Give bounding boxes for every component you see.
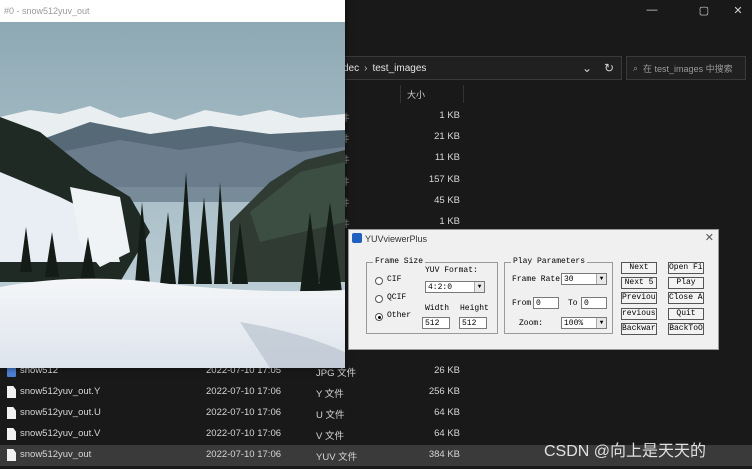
- frame-size-group: Frame Size CIF QCIF Other YUV Format: 4:…: [366, 257, 498, 334]
- play-parameters-group: Play Parameters Frame Rate 30 ▼ From 0 T…: [504, 257, 613, 334]
- app-logo-icon: [352, 233, 362, 243]
- file-size: 64 KB: [434, 428, 460, 439]
- file-icon: [7, 428, 16, 440]
- file-size: 256 KB: [428, 386, 460, 397]
- file-size: 11 KB: [434, 152, 460, 163]
- backward-button[interactable]: Backward: [621, 323, 657, 335]
- minimize-button[interactable]: —: [632, 0, 672, 20]
- breadcrumb-separator-icon: ›: [364, 62, 368, 74]
- frame-size-legend: Frame Size: [373, 257, 426, 266]
- height-field[interactable]: 512: [459, 317, 487, 329]
- file-name: snow512yuv_out.V: [20, 428, 101, 439]
- frame-rate-label: Frame Rate: [512, 275, 561, 284]
- file-size: 157 KB: [428, 174, 460, 185]
- file-icon: [7, 386, 16, 398]
- height-label: Height: [460, 304, 489, 313]
- close-icon[interactable]: ✕: [705, 231, 714, 244]
- refresh-icon[interactable]: ↻: [598, 56, 620, 80]
- zoom-select[interactable]: 100% ▼: [561, 317, 607, 329]
- file-size: 64 KB: [434, 407, 460, 418]
- file-date: 2022-07-10 17:06: [206, 407, 282, 418]
- zoom-label: Zoom:: [519, 319, 544, 328]
- radio-other[interactable]: [375, 313, 383, 321]
- to-field[interactable]: 0: [581, 297, 607, 309]
- file-type: Y 文件: [316, 389, 344, 400]
- viewer-title: #0 - snow512yuv_out: [0, 0, 345, 23]
- file-type: YUV 文件: [316, 452, 358, 463]
- dialog-titlebar[interactable]: YUVviewerPlus ✕: [349, 230, 718, 247]
- play-parameters-legend: Play Parameters: [511, 257, 588, 266]
- frame-rate-select[interactable]: 30 ▼: [561, 273, 607, 285]
- yuvviewerplus-dialog[interactable]: YUVviewerPlus ✕ Frame Size CIF QCIF Othe…: [348, 229, 719, 350]
- column-header-size[interactable]: 大小: [400, 85, 464, 103]
- file-icon: [7, 449, 16, 461]
- width-label: Width: [425, 304, 450, 313]
- file-size: 45 KB: [434, 195, 460, 206]
- to-label: To: [568, 299, 578, 308]
- zoom-value: 100%: [564, 319, 584, 328]
- yuv-format-label: YUV Format:: [425, 266, 478, 275]
- from-field[interactable]: 0: [533, 297, 559, 309]
- close-all-button[interactable]: Close All: [668, 292, 704, 304]
- close-window-button[interactable]: ✕: [718, 0, 752, 20]
- snow-mountain-image: [0, 22, 345, 368]
- chevron-down-icon[interactable]: ▼: [474, 282, 484, 292]
- file-date: 2022-07-10 17:06: [206, 428, 282, 439]
- play-button[interactable]: Play: [668, 277, 704, 289]
- chevron-down-icon[interactable]: ⌄: [576, 56, 598, 80]
- radio-qcif-label: QCIF: [387, 293, 407, 302]
- file-icon: [7, 407, 16, 419]
- frame-rate-value: 30: [564, 275, 574, 284]
- file-type: V 文件: [316, 431, 344, 442]
- file-row[interactable]: snow512yuv_out.Y 2022-07-10 17:06 Y 文件 256 …: [0, 382, 752, 403]
- yuv-format-value: 4:2:0: [428, 283, 453, 292]
- yuv-format-select[interactable]: 4:2:0 ▼: [425, 281, 485, 293]
- radio-cif[interactable]: [375, 277, 383, 285]
- file-name: snow512yuv_out.U: [20, 407, 101, 418]
- file-name: snow512yuv_out: [20, 449, 92, 460]
- file-size: 1 KB: [439, 110, 460, 121]
- chevron-down-icon[interactable]: ▼: [596, 274, 606, 284]
- file-size: 1 KB: [439, 216, 460, 227]
- search-icon: ⌕: [633, 62, 639, 73]
- file-size: 21 KB: [434, 131, 460, 142]
- search-placeholder: 在 test_images 中搜索: [643, 63, 733, 74]
- breadcrumb-item[interactable]: dec: [343, 63, 359, 74]
- breadcrumb-item[interactable]: test_images: [372, 63, 426, 74]
- file-type: U 文件: [316, 410, 345, 421]
- file-size: 384 KB: [428, 449, 460, 460]
- radio-qcif[interactable]: [375, 295, 383, 303]
- width-field[interactable]: 512: [422, 317, 450, 329]
- next-5-button[interactable]: Next 5: [621, 277, 657, 289]
- back-to-origin-button[interactable]: BackToO: [668, 323, 704, 335]
- file-row[interactable]: snow512yuv_out.U 2022-07-10 17:06 U 文件 64 K…: [0, 403, 752, 424]
- radio-other-label: Other: [387, 311, 412, 320]
- file-size: 26 KB: [434, 365, 460, 376]
- file-name: snow512yuv_out.Y: [20, 386, 101, 397]
- chevron-down-icon[interactable]: ▼: [596, 318, 606, 328]
- from-label: From: [512, 299, 532, 308]
- file-date: 2022-07-10 17:06: [206, 386, 282, 397]
- image-viewer-window[interactable]: #0 - snow512yuv_out: [0, 0, 345, 368]
- previous-button[interactable]: Previous: [621, 292, 657, 304]
- next-button[interactable]: Next: [621, 262, 657, 274]
- quit-button[interactable]: Quit: [668, 308, 704, 320]
- radio-cif-label: CIF: [387, 275, 402, 284]
- file-date: 2022-07-10 17:06: [206, 449, 282, 460]
- watermark: CSDN @向上是天天的: [544, 443, 707, 460]
- previous-5-button[interactable]: revious !: [621, 308, 657, 320]
- search-input[interactable]: ⌕ 在 test_images 中搜索: [626, 56, 746, 80]
- open-file-button[interactable]: Open File: [668, 262, 704, 274]
- dialog-title: YUVviewerPlus: [365, 233, 428, 244]
